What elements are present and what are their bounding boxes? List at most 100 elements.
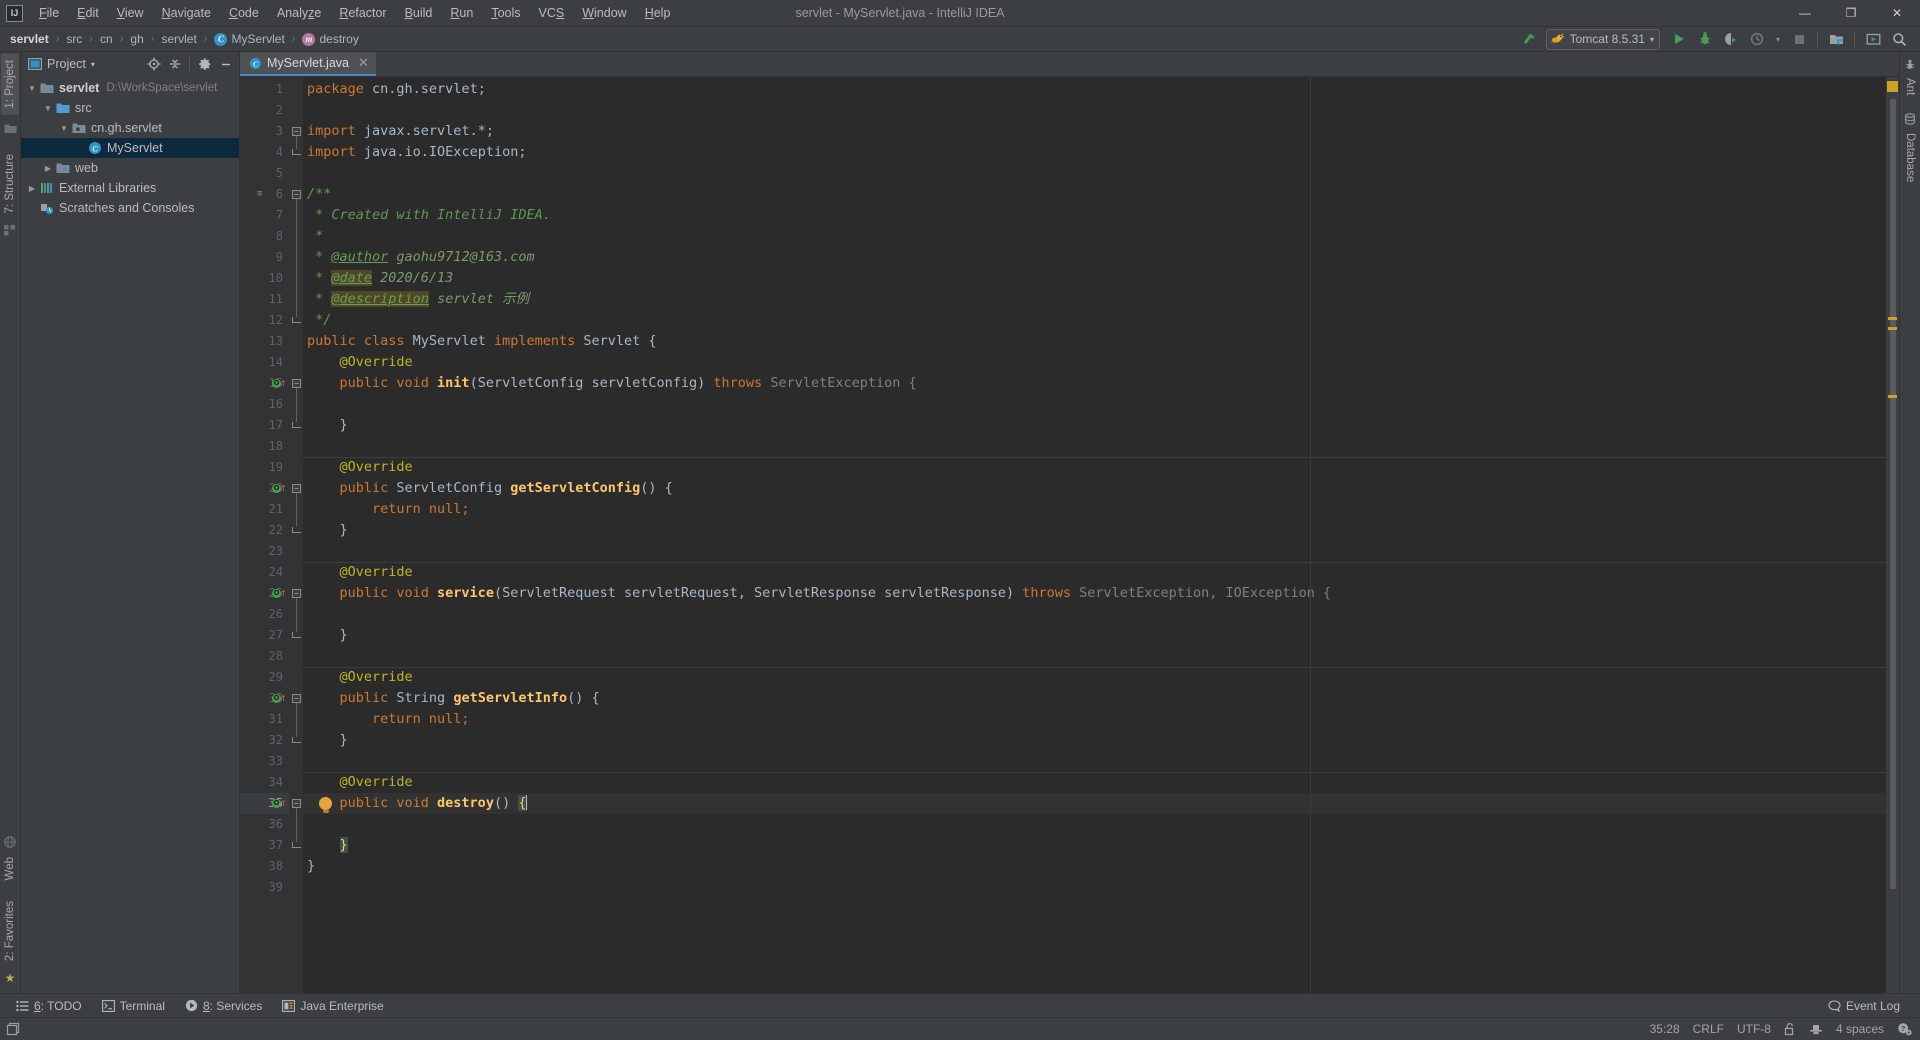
status-file-encoding[interactable]: UTF-8	[1737, 1022, 1771, 1036]
code-line[interactable]: return null;	[303, 709, 1886, 730]
sidebar-item-structure[interactable]: 7: Structure	[1, 148, 19, 219]
status-indent-setting[interactable]: 4 spaces	[1836, 1022, 1884, 1036]
tree-item-servlet[interactable]: ▼ servlet D:\WorkSpace\servlet	[21, 78, 239, 98]
code-line[interactable]: }	[303, 415, 1886, 436]
code-line[interactable]: }	[303, 835, 1886, 856]
project-tree[interactable]: ▼ servlet D:\WorkSpace\servlet ▼ src ▼ cn.gh.s…	[21, 76, 239, 993]
breadcrumb-item-servlet[interactable]: servlet	[159, 31, 198, 47]
chevron-down-icon[interactable]: ▼	[41, 104, 55, 113]
fold-collapse-icon[interactable]: −	[292, 484, 301, 493]
javadoc-gutter-icon[interactable]: ≡	[257, 190, 262, 199]
breadcrumb-item-servlet[interactable]: servlet	[8, 31, 51, 47]
code-line[interactable]	[303, 541, 1886, 562]
code-line[interactable]: import java.io.IOException;	[303, 142, 1886, 163]
code-line[interactable]	[303, 604, 1886, 625]
code-folding-column[interactable]: − − − − − − −	[289, 77, 303, 993]
tree-item-cn-gh-servlet[interactable]: ▼ cn.gh.servlet	[21, 118, 239, 138]
status-caret-position[interactable]: 35:28	[1650, 1022, 1680, 1036]
editor-gutter[interactable]: 123456789101112131415O↑1617181920O↑21222…	[240, 77, 289, 993]
sidebar-item-ant[interactable]: Ant	[1901, 72, 1919, 101]
run-with-coverage-button[interactable]	[1718, 29, 1744, 50]
code-line[interactable]: * Created with IntelliJ IDEA.	[303, 205, 1886, 226]
fold-collapse-icon[interactable]: −	[292, 379, 301, 388]
code-line[interactable]: *	[303, 226, 1886, 247]
fold-collapse-icon[interactable]: −	[292, 190, 301, 199]
fold-collapse-icon[interactable]: −	[292, 589, 301, 598]
status-line-separator[interactable]: CRLF	[1693, 1022, 1724, 1036]
tree-item-scratches-and-consoles[interactable]: Scratches and Consoles	[21, 198, 239, 218]
tool-window-button-java-enterprise[interactable]: Java Enterprise	[272, 997, 393, 1015]
settings-button[interactable]	[195, 55, 214, 74]
menu-edit[interactable]: Edit	[68, 2, 108, 24]
menu-vcs[interactable]: VCS	[530, 2, 574, 24]
status-inspection-level-icon[interactable]: ?	[1897, 1022, 1912, 1036]
error-stripe-mark[interactable]	[1888, 317, 1897, 320]
code-line[interactable]: package cn.gh.servlet;	[303, 79, 1886, 100]
code-line[interactable]: @Override	[303, 562, 1886, 583]
code-line[interactable]	[303, 877, 1886, 898]
menu-tools[interactable]: Tools	[482, 2, 529, 24]
chevron-down-icon[interactable]: ▾	[91, 60, 95, 69]
fold-end-marker[interactable]	[292, 737, 301, 743]
inspection-status-indicator[interactable]	[1887, 81, 1898, 92]
fold-end-marker[interactable]	[292, 149, 301, 155]
code-content[interactable]: package cn.gh.servlet; import javax.servl…	[303, 77, 1886, 993]
code-line[interactable]: * @date 2020/6/13	[303, 268, 1886, 289]
maximize-button[interactable]: ❐	[1828, 0, 1874, 27]
menu-code[interactable]: Code	[220, 2, 268, 24]
breadcrumb-item-myservlet[interactable]: C MyServlet	[212, 31, 286, 47]
fold-end-marker[interactable]	[292, 422, 301, 428]
minimize-button[interactable]: —	[1782, 0, 1828, 27]
code-line[interactable]: public class MyServlet implements Servle…	[303, 331, 1886, 352]
fold-end-marker[interactable]	[292, 317, 301, 323]
chevron-down-icon[interactable]: ▼	[25, 84, 39, 93]
tree-item-src[interactable]: ▼ src	[21, 98, 239, 118]
code-line[interactable]	[303, 100, 1886, 121]
profile-dropdown[interactable]: ▾	[1770, 29, 1786, 50]
breadcrumb-item-src[interactable]: src	[64, 31, 84, 47]
code-line[interactable]	[303, 814, 1886, 835]
fold-collapse-icon[interactable]: −	[292, 694, 301, 703]
sidebar-item-web[interactable]: Web	[1, 851, 19, 886]
run-button[interactable]	[1666, 29, 1692, 50]
fold-end-marker[interactable]	[292, 632, 301, 638]
error-stripe-panel[interactable]	[1886, 77, 1899, 993]
run-configuration-selector[interactable]: Tomcat 8.5.31 ▾	[1545, 28, 1660, 50]
chevron-down-icon[interactable]: ▼	[57, 124, 71, 133]
menu-window[interactable]: Window	[573, 2, 635, 24]
code-line[interactable]: }	[303, 730, 1886, 751]
tool-window-button-terminal[interactable]: Terminal	[92, 997, 175, 1015]
editor-tab-myservlet[interactable]: C MyServlet.java ✕	[240, 52, 376, 76]
menu-run[interactable]: Run	[441, 2, 482, 24]
code-line[interactable]: public void service(ServletRequest servl…	[303, 583, 1886, 604]
code-line[interactable]: import javax.servlet.*;	[303, 121, 1886, 142]
breadcrumb-item-gh[interactable]: gh	[128, 31, 145, 47]
tree-item-web[interactable]: ▶ web	[21, 158, 239, 178]
code-line[interactable]: @Override	[303, 772, 1886, 793]
code-line[interactable]: public ServletConfig getServletConfig() …	[303, 478, 1886, 499]
code-line[interactable]: public void init(ServletConfig servletCo…	[303, 373, 1886, 394]
editor-scrollbar-thumb[interactable]	[1890, 99, 1896, 889]
code-line[interactable]	[303, 394, 1886, 415]
menu-help[interactable]: Help	[636, 2, 680, 24]
collapse-all-button[interactable]	[165, 55, 184, 74]
memory-indicator-icon[interactable]	[6, 1022, 21, 1036]
sidebar-item-database[interactable]: Database	[1901, 127, 1919, 188]
status-lock-icon[interactable]	[1784, 1022, 1796, 1036]
code-line[interactable]: public void destroy() {	[303, 793, 1886, 814]
menu-analyze[interactable]: Analyze	[268, 2, 330, 24]
build-project-button[interactable]	[1516, 29, 1542, 50]
sidebar-item-favorites[interactable]: 2: Favorites	[1, 895, 19, 967]
fold-collapse-icon[interactable]: −	[292, 799, 301, 808]
breadcrumb-item-cn[interactable]: cn	[98, 31, 115, 47]
intention-bulb-icon[interactable]	[319, 797, 332, 813]
menu-file[interactable]: File	[30, 2, 68, 24]
tool-window-button-6-todo[interactable]: 6: TODO	[6, 997, 92, 1015]
code-line[interactable]	[303, 751, 1886, 772]
menu-navigate[interactable]: Navigate	[153, 2, 220, 24]
tree-item-myservlet[interactable]: C MyServlet	[21, 138, 239, 158]
status-git-branch-icon[interactable]	[1809, 1023, 1823, 1036]
close-icon[interactable]: ✕	[358, 55, 369, 71]
code-line[interactable]: * @author gaohu9712@163.com	[303, 247, 1886, 268]
code-line[interactable]: }	[303, 625, 1886, 646]
